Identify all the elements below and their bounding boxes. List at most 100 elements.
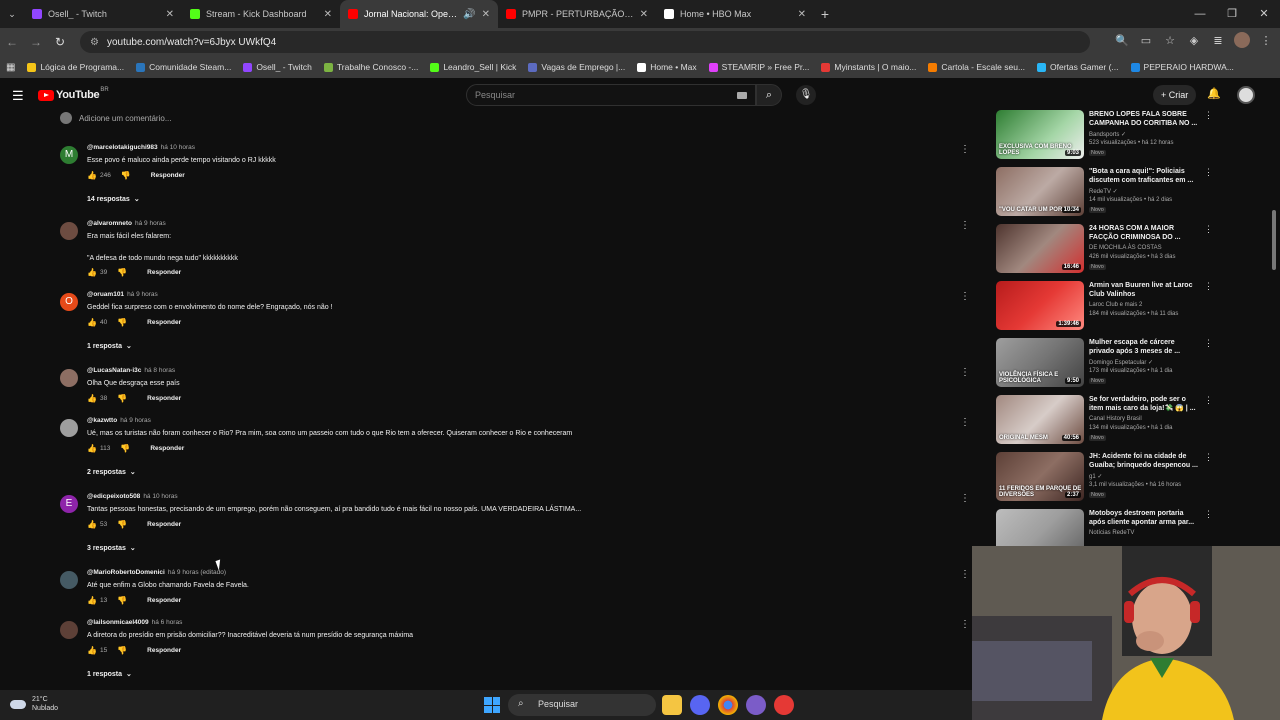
reply-button[interactable]: Responder [151, 172, 185, 179]
windows-start-icon[interactable] [484, 697, 500, 713]
comment-menu-icon[interactable]: ⋮ [960, 619, 970, 630]
video-thumbnail[interactable]: 16:46 [996, 224, 1084, 273]
comment-author[interactable]: @kazwtto [87, 417, 117, 424]
avatar[interactable] [60, 571, 78, 589]
avatar[interactable] [60, 621, 78, 639]
dislike-icon[interactable]: 👎 [117, 318, 127, 327]
dislike-icon[interactable]: 👎 [117, 394, 127, 403]
app-icon[interactable] [774, 695, 794, 715]
bookmark-item[interactable]: STEAMRIP » Free Pr... [708, 62, 809, 72]
view-replies-button[interactable]: 14 respostas ⌄ [87, 195, 140, 203]
video-channel[interactable]: Laroc Club e mais 2 [1089, 302, 1142, 308]
like-icon[interactable]: 👍 [87, 596, 97, 605]
video-menu-icon[interactable]: ⋮ [1204, 338, 1213, 349]
video-channel[interactable]: g1 ✓ [1089, 473, 1102, 480]
dislike-icon[interactable]: 👎 [117, 646, 127, 655]
search-button[interactable]: ⌕ [756, 84, 782, 106]
discord-icon[interactable] [690, 695, 710, 715]
video-item[interactable]: EXCLUSIVA COM BRENO LOPES 9:03 BRENO LOPE… [996, 110, 1216, 162]
video-menu-icon[interactable]: ⋮ [1204, 167, 1213, 178]
close-icon[interactable]: ✕ [166, 9, 174, 20]
twitch-app-icon[interactable] [746, 695, 766, 715]
user-avatar[interactable] [1237, 86, 1255, 104]
view-replies-button[interactable]: 1 resposta ⌄ [87, 342, 132, 350]
back-icon[interactable]: ← [0, 35, 24, 49]
like-icon[interactable]: 👍 [87, 268, 97, 277]
dislike-icon[interactable]: 👎 [117, 268, 127, 277]
comment-menu-icon[interactable]: ⋮ [960, 367, 970, 378]
video-menu-icon[interactable]: ⋮ [1204, 224, 1213, 235]
video-title[interactable]: Armin van Buuren live at Laroc Club Vali… [1089, 281, 1201, 299]
video-channel[interactable]: RedeTV ✓ [1089, 188, 1118, 195]
close-window-icon[interactable]: ✕ [1248, 0, 1280, 28]
like-icon[interactable]: 👍 [87, 444, 97, 453]
minimize-icon[interactable]: — [1184, 0, 1216, 28]
video-title[interactable]: Motoboys destroem portaria após cliente … [1089, 509, 1201, 527]
bookmark-item[interactable]: Vagas de Emprego |... [528, 62, 625, 72]
bookmark-item[interactable]: Leandro_Sell | Kick [430, 62, 516, 72]
forward-icon[interactable]: → [24, 35, 48, 49]
video-title[interactable]: BRENO LOPES FALA SOBRE CAMPANHA DO CORIT… [1089, 110, 1201, 128]
video-thumbnail[interactable]: 11 FERIDOS EM PARQUE DE DIVERSÕES 2:37 [996, 452, 1084, 501]
video-item[interactable]: Motoboys destroem portaria após cliente … [996, 509, 1216, 546]
reply-button[interactable]: Responder [147, 521, 181, 528]
file-explorer-icon[interactable] [662, 695, 682, 715]
new-tab-button[interactable]: + [814, 6, 836, 22]
comment-author[interactable]: @LucasNatan-i3c [87, 367, 141, 374]
taskbar-search[interactable]: ⌕ Pesquisar [508, 694, 656, 716]
extensions-icon[interactable]: ◈ [1186, 34, 1202, 47]
video-menu-icon[interactable]: ⋮ [1204, 110, 1213, 121]
video-item[interactable]: ORIGINAL MESM 40:56 Se for verdadeiro, po… [996, 395, 1216, 447]
search-input[interactable]: Pesquisar [466, 84, 756, 106]
apps-icon[interactable]: ▦ [6, 62, 15, 73]
reply-button[interactable]: Responder [150, 445, 184, 452]
video-channel[interactable]: Domingo Espetacular ✓ [1089, 359, 1153, 366]
tab-hbo[interactable]: Home • HBO Max ✕ [656, 0, 814, 28]
avatar[interactable] [60, 419, 78, 437]
youtube-logo[interactable]: YouTube BR [38, 87, 109, 101]
cast-icon[interactable]: ▭ [1138, 34, 1154, 47]
video-menu-icon[interactable]: ⋮ [1204, 509, 1213, 520]
video-title[interactable]: Mulher escapa de cárcere privado após 3 … [1089, 338, 1201, 356]
voice-search-button[interactable]: 🎙 [796, 85, 816, 105]
add-comment-field[interactable]: Adicione um comentário... [60, 112, 172, 124]
reading-list-icon[interactable]: ≣ [1210, 34, 1226, 47]
video-thumbnail[interactable] [996, 509, 1084, 546]
video-channel[interactable]: Notícias RedeTV [1089, 530, 1134, 536]
video-item[interactable]: "VOU CATAR UM POR UM" 10:34 "Bota a cara … [996, 167, 1216, 219]
keyboard-icon[interactable] [737, 92, 747, 99]
comment-time[interactable]: há 9 horas (editado) [168, 569, 226, 576]
reply-button[interactable]: Responder [147, 269, 181, 276]
video-thumbnail[interactable]: VIOLÊNCIA FÍSICA E PSICOLÓGICA 9:50 [996, 338, 1084, 387]
dislike-icon[interactable]: 👎 [120, 444, 130, 453]
star-icon[interactable]: ☆ [1162, 34, 1178, 47]
video-item[interactable]: 11 FERIDOS EM PARQUE DE DIVERSÕES 2:37 JH… [996, 452, 1216, 504]
maximize-icon[interactable]: ❐ [1216, 0, 1248, 28]
zoom-icon[interactable]: 🔍 [1114, 34, 1130, 47]
avatar[interactable] [60, 369, 78, 387]
profile-avatar[interactable] [1234, 32, 1250, 48]
bookmark-item[interactable]: Cartola - Escale seu... [928, 62, 1025, 72]
comment-time[interactable]: há 9 horas [135, 220, 166, 227]
like-icon[interactable]: 👍 [87, 171, 97, 180]
comment-author[interactable]: @marcelotakiguchi983 [87, 144, 158, 151]
video-channel[interactable]: Bandsports ✓ [1089, 131, 1126, 138]
comment-menu-icon[interactable]: ⋮ [960, 291, 970, 302]
comment-menu-icon[interactable]: ⋮ [960, 220, 970, 231]
video-thumbnail[interactable]: 1:39:46 [996, 281, 1084, 330]
comment-author[interactable]: @alvaromneto [87, 220, 132, 227]
tab-pmpr[interactable]: PMPR - PERTURBAÇÃO DO SO ✕ [498, 0, 656, 28]
like-icon[interactable]: 👍 [87, 520, 97, 529]
dislike-icon[interactable]: 👎 [117, 596, 127, 605]
like-icon[interactable]: 👍 [87, 646, 97, 655]
avatar[interactable]: O [60, 293, 78, 311]
comment-menu-icon[interactable]: ⋮ [960, 417, 970, 428]
tab-kick[interactable]: Stream - Kick Dashboard ✕ [182, 0, 340, 28]
bookmark-item[interactable]: Myinstants | O maio... [821, 62, 916, 72]
bookmark-item[interactable]: Lógica de Programa... [27, 62, 124, 72]
hamburger-menu-icon[interactable]: ☰ [12, 88, 24, 104]
close-icon[interactable]: ✕ [640, 9, 648, 20]
video-thumbnail[interactable]: ORIGINAL MESM 40:56 [996, 395, 1084, 444]
comment-author[interactable]: @edicpeixoto508 [87, 493, 140, 500]
reply-button[interactable]: Responder [147, 597, 181, 604]
